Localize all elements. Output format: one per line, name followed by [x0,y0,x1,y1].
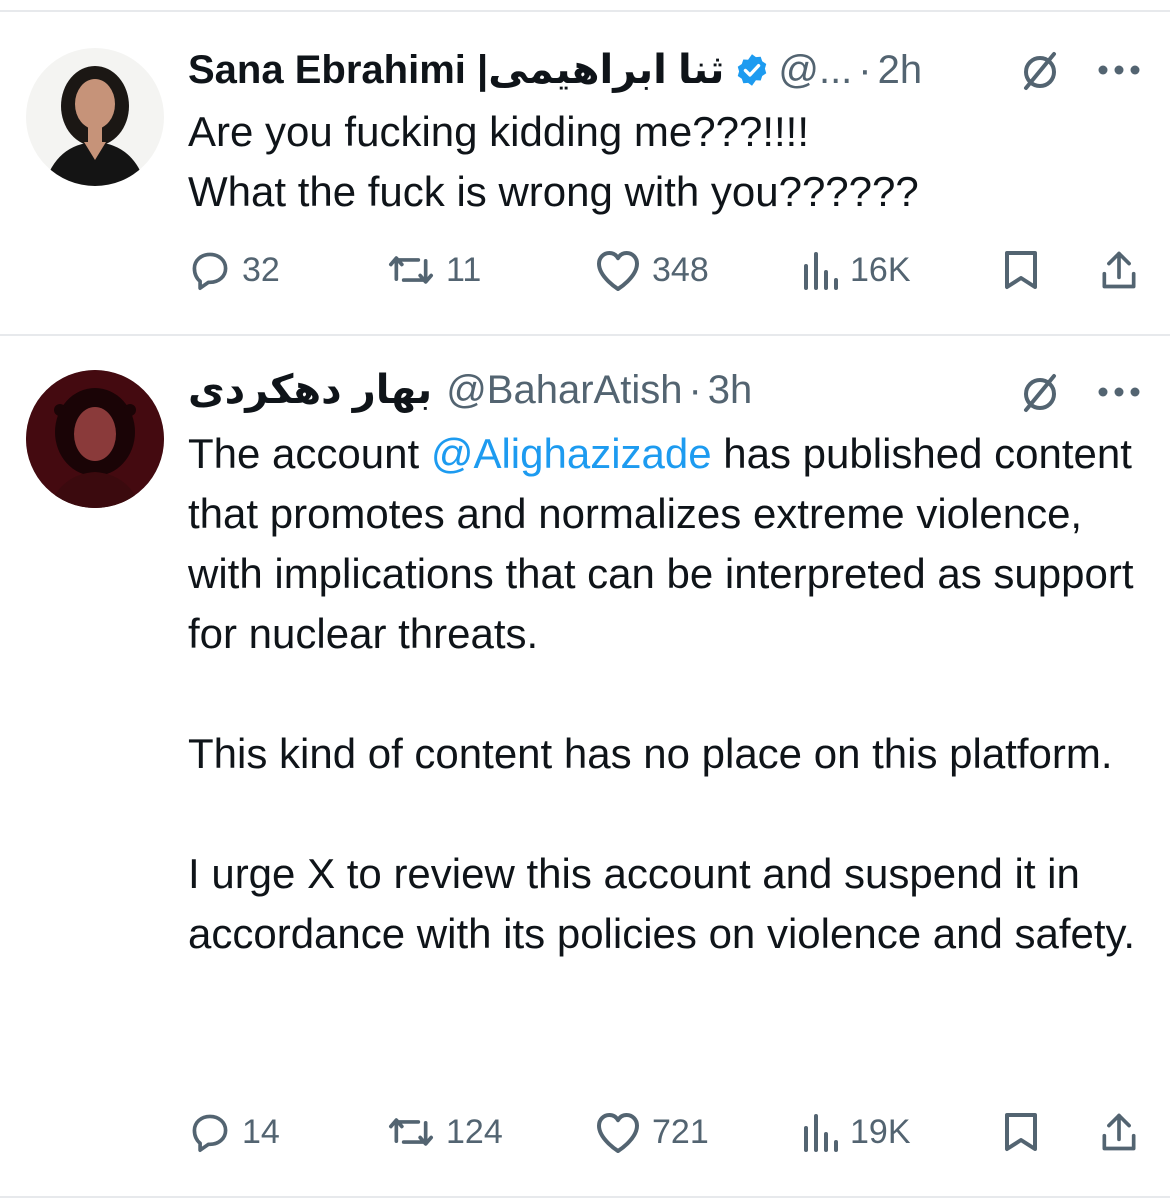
reply-button[interactable]: 32 [188,240,280,300]
share-icon [1102,1113,1136,1151]
separator-dot: · [688,367,702,412]
share-button[interactable] [1098,240,1140,300]
repost-icon [389,256,433,284]
views-icon [804,1114,838,1152]
like-button[interactable]: 721 [594,1102,709,1162]
handle[interactable]: @... [778,48,852,93]
mention-link[interactable]: @Alighazizade [431,430,712,477]
reply-button[interactable]: 14 [188,1102,280,1162]
reply-count: 32 [242,250,280,289]
tweet-text: Are you fucking kidding me???!!!! What t… [188,102,1140,222]
views-count: 16K [850,250,911,289]
views-button[interactable]: 19K [800,1102,911,1162]
tweet-paragraph: I urge X to review this account and susp… [188,850,1136,957]
timestamp[interactable]: 2h [878,48,923,93]
like-count: 721 [652,1112,709,1151]
like-count: 348 [652,250,709,289]
display-name-persian[interactable]: ثنا ابراهیمی [488,47,724,93]
repost-button[interactable]: 11 [386,240,481,300]
repost-count: 124 [446,1112,503,1151]
like-icon [597,1113,639,1153]
tweet-1[interactable]: Sana Ebrahimi | ثنا ابراهیمی @... · 2h A… [0,12,1170,334]
tweet-text: The account @Alighazizade has published … [188,424,1140,964]
more-icon[interactable] [1094,60,1144,80]
bookmark-icon [1005,251,1037,289]
timestamp[interactable]: 3h [708,368,753,413]
more-icon[interactable] [1094,382,1144,402]
repost-button[interactable]: 124 [386,1102,503,1162]
tweet-header: بهار دهکردی @BaharAtish · 3h [188,360,752,420]
bottom-divider [0,1196,1170,1198]
repost-icon [389,1118,433,1146]
grok-icon[interactable] [1016,368,1064,416]
tweet-paragraph: The account @Alighazizade has published … [188,424,1140,664]
action-bar: 14 124 721 19K [188,1102,1148,1162]
display-name[interactable]: Sana Ebrahimi | [188,48,488,93]
avatar[interactable] [26,370,164,508]
handle[interactable]: @BaharAtish [446,368,682,413]
tweet-header: Sana Ebrahimi | ثنا ابراهیمی @... · 2h [188,40,922,100]
separator-dot: · [858,47,872,92]
text-segment: The account [188,430,431,477]
bookmark-button[interactable] [1000,1102,1042,1162]
tweet-paragraph: This kind of content has no place on thi… [188,730,1113,777]
grok-icon[interactable] [1016,46,1064,94]
verified-badge-icon [734,52,770,88]
reply-count: 14 [242,1112,280,1151]
share-icon [1102,251,1136,289]
like-button[interactable]: 348 [594,240,709,300]
views-count: 19K [850,1112,911,1151]
display-name-persian[interactable]: بهار دهکردی [188,367,432,413]
views-button[interactable]: 16K [800,240,911,300]
tweet-text-line: What the fuck is wrong with you?????? [188,168,919,215]
avatar[interactable] [26,48,164,186]
share-button[interactable] [1098,1102,1140,1162]
bookmark-button[interactable] [1000,240,1042,300]
tweet-text-line: Are you fucking kidding me???!!!! [188,108,810,155]
views-icon [804,252,838,290]
reply-icon [192,252,228,290]
reply-icon [192,1114,228,1152]
action-bar: 32 11 348 16K [188,240,1148,300]
repost-count: 11 [446,250,482,289]
like-icon [597,251,639,291]
tweet-2[interactable]: بهار دهکردی @BaharAtish · 3h The account… [0,336,1170,1196]
bookmark-icon [1005,1113,1037,1151]
